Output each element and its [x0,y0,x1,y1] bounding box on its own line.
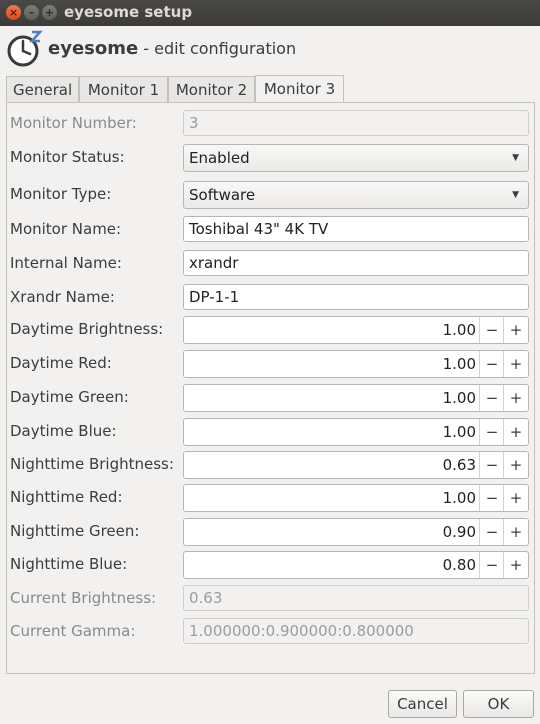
decrement-button[interactable]: − [479,519,504,545]
dropdown-arrow-icon: ▼ [512,190,519,200]
daytime-red-label: Daytime Red: [10,354,112,372]
decrement-button[interactable]: − [479,351,504,377]
current-brightness-label: Current Brightness: [10,589,157,607]
monitor-status-label: Monitor Status: [10,148,125,166]
app-name: eyesome [48,38,139,59]
monitor-number-label: Monitor Number: [10,114,137,132]
close-window-button[interactable]: × [6,5,21,20]
window-titlebar[interactable]: × – + eyesome setup [0,0,540,26]
monitor-type-label: Monitor Type: [10,185,112,203]
increment-button[interactable]: + [503,452,528,478]
increment-button[interactable]: + [503,351,528,377]
daytime-green-label: Daytime Green: [10,388,129,406]
row-xrandr-name: Xrandr Name: DP-1-1 [10,284,530,310]
nighttime-red-spinner[interactable]: 1.00 − + [183,484,529,512]
daytime-red-spinner[interactable]: 1.00 − + [183,350,529,378]
daytime-green-spinner[interactable]: 1.00 − + [183,384,529,412]
tab-monitor-2[interactable]: Monitor 2 [168,76,255,102]
decrement-button[interactable]: − [479,552,504,578]
daytime-brightness-spinner[interactable]: 1.00 − + [183,316,529,344]
nighttime-red-value[interactable]: 1.00 [443,485,476,511]
monitor-type-dropdown[interactable]: Software ▼ [183,181,529,209]
increment-button[interactable]: + [503,317,528,343]
row-nighttime-brightness: Nighttime Brightness: 0.63 − + [10,451,530,479]
internal-name-input[interactable]: xrandr [183,250,529,276]
tab-monitor-1[interactable]: Monitor 1 [79,76,168,102]
current-gamma-field: 1.000000:0.900000:0.800000 [183,618,529,644]
clock-z-icon [6,30,44,68]
increment-button[interactable]: + [503,385,528,411]
row-current-brightness: Current Brightness: 0.63 [10,585,530,611]
daytime-green-value[interactable]: 1.00 [443,385,476,411]
increment-button[interactable]: + [503,519,528,545]
row-monitor-status: Monitor Status: Enabled ▼ [10,144,530,172]
decrement-button[interactable]: − [479,419,504,445]
nighttime-green-spinner[interactable]: 0.90 − + [183,518,529,546]
nighttime-green-value[interactable]: 0.90 [443,519,476,545]
increment-button[interactable]: + [503,552,528,578]
monitor-status-value: Enabled [189,149,250,167]
daytime-blue-spinner[interactable]: 1.00 − + [183,418,529,446]
decrement-button[interactable]: − [479,385,504,411]
ok-button[interactable]: OK [463,690,534,718]
xrandr-name-input[interactable]: DP-1-1 [183,284,529,310]
nighttime-brightness-value[interactable]: 0.63 [443,452,476,478]
internal-name-label: Internal Name: [10,254,122,272]
decrement-button[interactable]: − [479,452,504,478]
cancel-button[interactable]: Cancel [388,690,457,718]
row-current-gamma: Current Gamma: 1.000000:0.900000:0.80000… [10,618,530,644]
nighttime-blue-value[interactable]: 0.80 [443,552,476,578]
monitor-name-input[interactable]: Toshibal 43" 4K TV [183,216,529,242]
nighttime-green-label: Nighttime Green: [10,522,140,540]
current-brightness-field: 0.63 [183,585,529,611]
row-nighttime-red: Nighttime Red: 1.00 − + [10,484,530,512]
nighttime-blue-label: Nighttime Blue: [10,555,128,573]
decrement-button[interactable]: − [479,317,504,343]
row-daytime-red: Daytime Red: 1.00 − + [10,350,530,378]
row-daytime-brightness: Daytime Brightness: 1.00 − + [10,316,530,344]
row-monitor-name: Monitor Name: Toshibal 43" 4K TV [10,216,530,242]
monitor-status-dropdown[interactable]: Enabled ▼ [183,144,529,172]
row-monitor-number: Monitor Number: 3 [10,110,530,136]
nighttime-brightness-label: Nighttime Brightness: [10,455,174,473]
monitor-type-value: Software [189,186,256,204]
decrement-button[interactable]: − [479,485,504,511]
current-gamma-label: Current Gamma: [10,622,136,640]
xrandr-name-label: Xrandr Name: [10,288,115,306]
daytime-blue-label: Daytime Blue: [10,422,117,440]
increment-button[interactable]: + [503,485,528,511]
row-daytime-blue: Daytime Blue: 1.00 − + [10,418,530,446]
row-nighttime-green: Nighttime Green: 0.90 − + [10,518,530,546]
row-daytime-green: Daytime Green: 1.00 − + [10,384,530,412]
window-title: eyesome setup [64,3,193,21]
tab-general[interactable]: General [6,76,79,102]
app-subtitle: - edit configuration [138,39,297,58]
increment-button[interactable]: + [503,419,528,445]
dropdown-arrow-icon: ▼ [512,153,519,163]
app-title: eyesome - edit configuration [48,38,296,59]
row-monitor-type: Monitor Type: Software ▼ [10,181,530,209]
nighttime-blue-spinner[interactable]: 0.80 − + [183,551,529,579]
daytime-blue-value[interactable]: 1.00 [443,419,476,445]
row-nighttime-blue: Nighttime Blue: 0.80 − + [10,551,530,579]
nighttime-brightness-spinner[interactable]: 0.63 − + [183,451,529,479]
nighttime-red-label: Nighttime Red: [10,488,123,506]
monitor-name-label: Monitor Name: [10,220,122,238]
maximize-window-button[interactable]: + [42,5,57,20]
monitor-number-field: 3 [183,110,529,136]
daytime-brightness-value[interactable]: 1.00 [443,317,476,343]
row-internal-name: Internal Name: xrandr [10,250,530,276]
daytime-brightness-label: Daytime Brightness: [10,320,164,338]
tab-monitor-3[interactable]: Monitor 3 [255,75,344,102]
daytime-red-value[interactable]: 1.00 [443,351,476,377]
minimize-window-button[interactable]: – [24,5,39,20]
